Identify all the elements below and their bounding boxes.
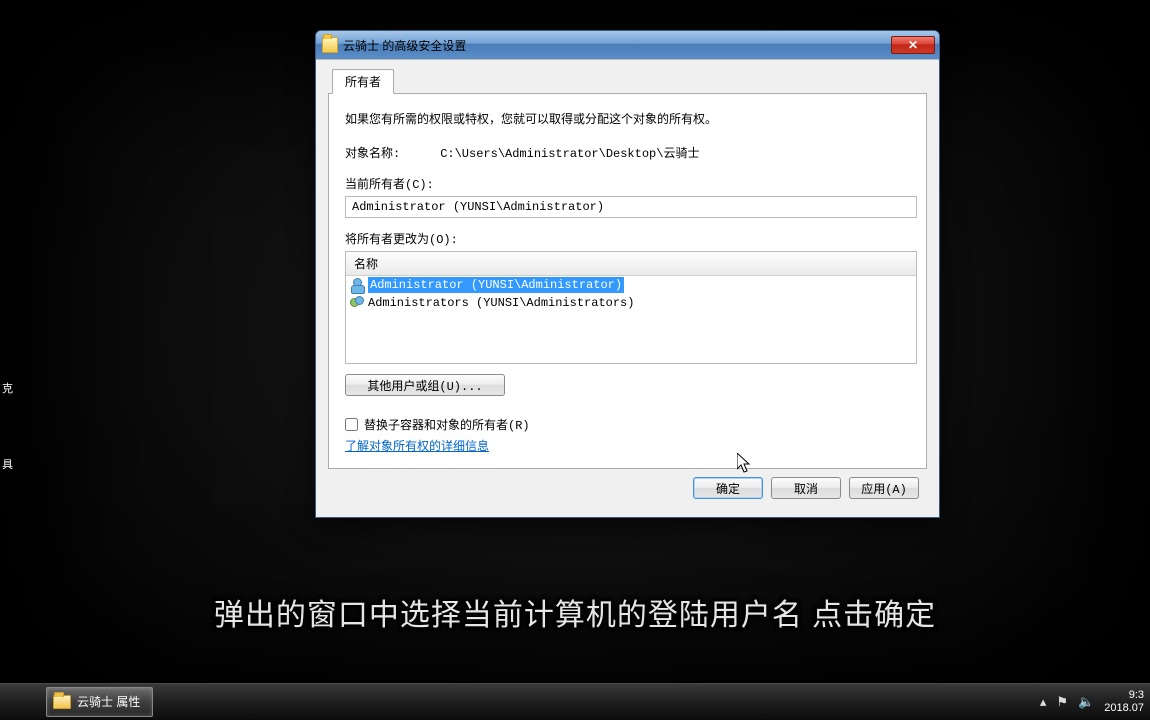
object-name-label: 对象名称: [345, 144, 400, 161]
tab-owner[interactable]: 所有者 [332, 69, 394, 94]
object-name-value: C:\Users\Administrator\Desktop\云骑士 [440, 144, 699, 161]
desktop-icon-fragment: 具 [2, 456, 13, 472]
user-icon [350, 278, 364, 292]
users-group-icon [350, 296, 364, 310]
object-name-row: 对象名称: C:\Users\Administrator\Desktop\云骑士 [345, 144, 916, 161]
taskbar-clock[interactable]: 9:3 2018.07 [1104, 689, 1144, 713]
desktop-icons-stub: 克 具 [2, 380, 13, 532]
chevron-up-icon[interactable]: ▴ [1040, 694, 1047, 710]
dialog-footer: 确定 取消 应用(A) [326, 469, 929, 505]
action-center-icon[interactable]: ⚑ [1056, 694, 1068, 710]
owner-list-item[interactable]: Administrator (YUNSI\Administrator) [346, 276, 916, 294]
owner-list[interactable]: Administrator (YUNSI\Administrator) Admi… [345, 276, 917, 364]
dialog-body: 所有者 如果您有所需的权限或特权，您就可以取得或分配这个对象的所有权。 对象名称… [316, 59, 939, 517]
owner-list-header-name[interactable]: 名称 [346, 252, 916, 276]
dialog-titlebar[interactable]: 云骑士 的高级安全设置 ✕ [316, 31, 939, 59]
ok-button[interactable]: 确定 [693, 477, 763, 499]
clock-date: 2018.07 [1104, 702, 1144, 714]
taskbar[interactable]: 云骑士 属性 ▴ ⚑ 🔈 9:3 2018.07 [0, 683, 1150, 719]
apply-button[interactable]: 应用(A) [849, 477, 919, 499]
owner-list-item[interactable]: Administrators (YUNSI\Administrators) [346, 294, 916, 312]
desktop-background: 克 具 云骑士 的高级安全设置 ✕ 所有者 如果您有所需的权限或特权，您就可以取… [0, 0, 1150, 719]
replace-owner-label: 替换子容器和对象的所有者(R) [364, 416, 530, 433]
owner-tab-panel: 如果您有所需的权限或特权，您就可以取得或分配这个对象的所有权。 对象名称: C:… [328, 94, 927, 469]
folder-icon [53, 695, 71, 709]
advanced-security-dialog: 云骑士 的高级安全设置 ✕ 所有者 如果您有所需的权限或特权，您就可以取得或分配… [315, 30, 940, 518]
taskbar-item-label: 云骑士 属性 [77, 693, 140, 710]
current-owner-field: Administrator (YUNSI\Administrator) [345, 196, 917, 218]
folder-icon [322, 37, 338, 53]
clock-time: 9:3 [1104, 689, 1144, 701]
other-users-button[interactable]: 其他用户或组(U)... [345, 374, 505, 396]
close-button[interactable]: ✕ [891, 36, 935, 54]
intro-text: 如果您有所需的权限或特权，您就可以取得或分配这个对象的所有权。 [345, 110, 916, 130]
replace-owner-checkbox[interactable] [345, 418, 358, 431]
learn-more-link[interactable]: 了解对象所有权的详细信息 [345, 440, 489, 454]
volume-icon[interactable]: 🔈 [1078, 694, 1094, 710]
caption-subtitle: 弹出的窗口中选择当前计算机的登陆用户名 点击确定 [0, 590, 1150, 634]
taskbar-item-properties[interactable]: 云骑士 属性 [46, 687, 153, 717]
owner-list-header: 名称 [345, 251, 917, 276]
system-tray[interactable]: ▴ ⚑ 🔈 9:3 2018.07 [1040, 689, 1150, 713]
tabstrip: 所有者 [328, 70, 927, 94]
dialog-title: 云骑士 的高级安全设置 [343, 37, 891, 54]
owner-name: Administrators (YUNSI\Administrators) [368, 295, 634, 311]
start-button[interactable] [0, 684, 46, 720]
change-owner-label: 将所有者更改为(O): [345, 230, 916, 247]
options-panel: 替换子容器和对象的所有者(R) 了解对象所有权的详细信息 [345, 410, 916, 454]
replace-owner-row[interactable]: 替换子容器和对象的所有者(R) [345, 416, 916, 433]
owner-name: Administrator (YUNSI\Administrator) [368, 277, 624, 293]
cancel-button[interactable]: 取消 [771, 477, 841, 499]
desktop-icon-fragment: 克 [2, 380, 13, 396]
current-owner-label: 当前所有者(C): [345, 175, 916, 192]
close-icon: ✕ [908, 38, 918, 52]
